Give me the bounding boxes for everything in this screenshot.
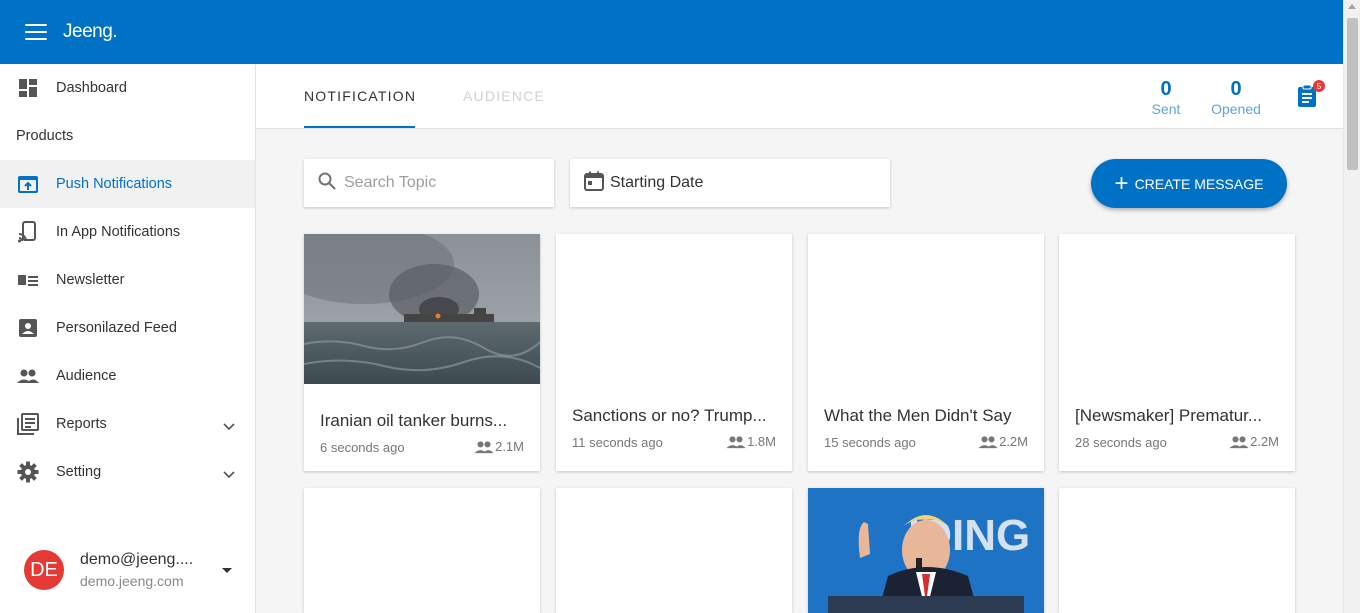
search-input[interactable]: Search Topic [304,159,554,207]
notification-card[interactable] [1059,488,1295,613]
account-dropdown-icon[interactable] [222,568,232,573]
reports-icon [16,412,40,436]
chevron-down-icon[interactable] [223,418,235,436]
sidebar-item-push-notifications[interactable]: Push Notifications [0,160,255,208]
sidebar-item-label: Push Notifications [56,176,173,192]
people-icon [1229,435,1249,448]
create-message-button[interactable]: + CREATE MESSAGE [1091,159,1287,208]
tab-audience[interactable]: AUDIENCE [463,64,545,128]
scroll-up-arrow-icon[interactable] [1348,4,1356,9]
content-header: NOTIFICATION AUDIENCE 0 Sent 0 Opened 5 [256,64,1343,129]
user-account[interactable]: DE demo@jeeng.... demo.jeeng.com [0,527,255,613]
search-placeholder: Search Topic [344,174,437,191]
card-timestamp: 11 seconds ago [572,435,663,450]
page-scrollbar[interactable] [1343,0,1360,613]
opened-label: Opened [1211,101,1261,117]
sidebar-item-label: Personilazed Feed [56,320,177,336]
card-timestamp: 15 seconds ago [824,435,916,450]
card-audience-count: 2.2M [1228,434,1279,449]
sent-stat: 0 Sent [1150,78,1182,117]
card-audience-count: 1.8M [725,434,776,449]
chevron-down-icon[interactable] [223,466,235,484]
card-audience-count: 2.2M [977,434,1028,449]
people-icon [726,435,746,448]
audience-value: 2.1M [495,439,524,454]
card-image [1059,234,1295,384]
opened-count: 0 [1230,78,1242,100]
sidebar-item-label: Audience [56,368,117,384]
notification-badge: 5 [1313,80,1325,92]
card-image [556,234,792,384]
card-image [808,234,1044,384]
audience-value: 1.8M [747,434,776,449]
plus-icon: + [1114,169,1129,197]
card-image: IDING F [808,488,1044,613]
products-section-label: Products [16,128,74,144]
push-notification-icon [16,172,40,196]
card-title: [Newsmaker] Prematur... [1075,406,1263,425]
sent-count: 0 [1160,78,1172,100]
notification-card[interactable]: Sanctions or no? Trump... 11 seconds ago… [556,234,792,471]
card-timestamp: 6 seconds ago [320,440,405,455]
newsletter-icon [16,268,40,292]
scroll-thumb[interactable] [1347,18,1358,170]
notification-card[interactable]: What the Men Didn't Say 15 seconds ago 2… [808,234,1044,471]
top-app-bar: Jeeng. [0,0,1343,64]
people-icon [474,440,494,453]
sidebar-item-reports[interactable]: Reports [0,400,255,448]
opened-stat: 0 Opened [1207,78,1265,117]
audience-value: 2.2M [999,434,1028,449]
person-card-icon [16,316,40,340]
sidebar-item-label: Reports [56,416,107,432]
card-image [304,234,540,384]
dashboard-icon [16,76,40,100]
people-icon [978,435,998,448]
sidebar-item-label: In App Notifications [56,224,181,240]
avatar[interactable]: DE [24,550,64,590]
sidebar-item-label: Setting [56,464,102,480]
sent-label: Sent [1151,101,1181,117]
hamburger-menu-icon[interactable] [25,24,47,40]
sidebar: Dashboard Products Push Notifications In… [0,64,256,613]
search-icon [318,172,336,195]
card-audience-count: 2.1M [473,439,524,454]
sidebar-item-dashboard[interactable]: Dashboard [0,64,255,112]
audience-value: 2.2M [1250,434,1279,449]
sidebar-item-personalized-feed[interactable]: Personilazed Feed [0,304,255,352]
gear-icon [16,460,40,484]
card-timestamp: 28 seconds ago [1075,435,1167,450]
active-tab-indicator [304,126,415,128]
sidebar-item-in-app-notifications[interactable]: In App Notifications [0,208,255,256]
notification-card[interactable] [304,488,540,613]
notification-card[interactable]: [Newsmaker] Prematur... 28 seconds ago 2… [1059,234,1295,471]
people-icon [16,364,40,388]
create-message-label: CREATE MESSAGE [1134,175,1264,192]
notification-card[interactable] [556,488,792,613]
sidebar-item-audience[interactable]: Audience [0,352,255,400]
brand-logo: Jeeng. [63,21,118,42]
notification-card[interactable]: Iranian oil tanker burns... 6 seconds ag… [304,234,540,471]
card-title: What the Men Didn't Say [824,406,1012,425]
card-title: Sanctions or no? Trump... [572,406,767,425]
sidebar-item-newsletter[interactable]: Newsletter [0,256,255,304]
card-title: Iranian oil tanker burns... [320,411,508,430]
tab-notification[interactable]: NOTIFICATION [304,64,415,128]
sidebar-item-setting[interactable]: Setting [0,448,255,496]
user-domain: demo.jeeng.com [80,573,184,589]
date-label: Starting Date [610,174,704,191]
sidebar-item-label: Dashboard [56,80,127,96]
cast-icon [16,220,40,244]
calendar-icon [584,171,604,196]
user-email: demo@jeeng.... [80,551,194,568]
sidebar-item-label: Newsletter [56,272,125,288]
starting-date-picker[interactable]: Starting Date [570,159,890,207]
notification-card[interactable]: IDING F [808,488,1044,613]
